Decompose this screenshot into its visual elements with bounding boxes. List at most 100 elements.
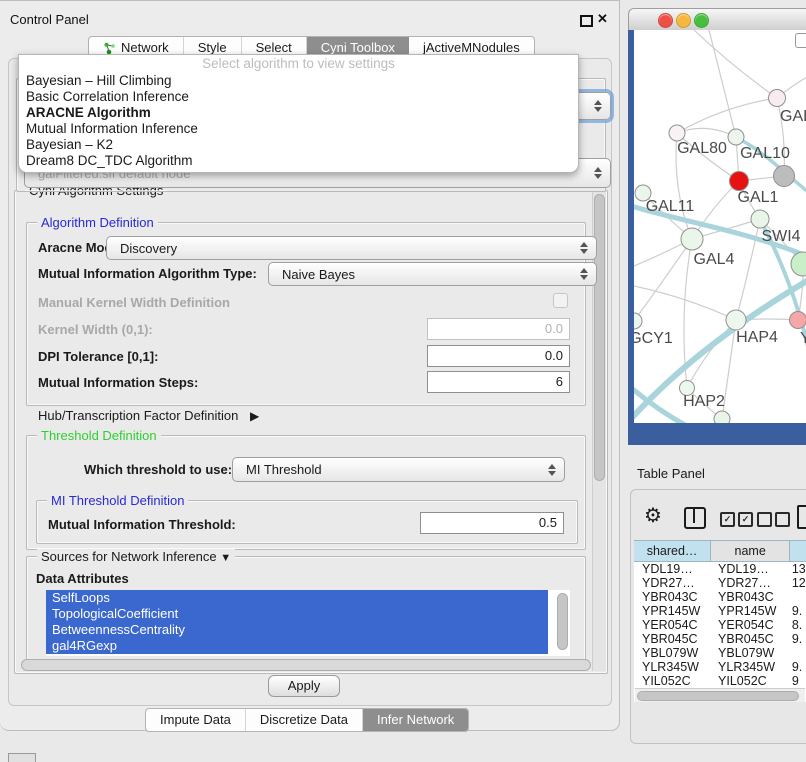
network-graph: GAL GAL80 GAL10 GAL1 GAL11 SWI4 GAL4 GCY…	[634, 30, 806, 423]
apply-button[interactable]: Apply	[268, 675, 340, 697]
hub-definition-toggle[interactable]: Hub/Transcription Factor Definition ▶	[38, 408, 259, 423]
unchecked-box-icon	[757, 512, 772, 527]
network-node[interactable]	[681, 228, 703, 250]
minimize-traffic-light[interactable]	[676, 13, 691, 28]
dpi-tolerance-field[interactable]: 0.0	[427, 345, 570, 367]
close-traffic-light[interactable]	[658, 13, 673, 28]
network-node[interactable]	[634, 313, 642, 329]
algorithm-definition-title: Algorithm Definition	[37, 215, 158, 230]
table-panel-title: Table Panel	[637, 466, 705, 481]
svg-text:HAP4: HAP4	[736, 329, 778, 346]
table-row[interactable]: YLR345WYLR345W9.	[634, 660, 806, 674]
sources-title: Sources for Network Inference	[41, 549, 217, 564]
which-threshold-label: Which threshold to use:	[84, 462, 232, 477]
float-icon[interactable]	[580, 15, 593, 27]
overlapping-frame-corner	[795, 33, 806, 48]
tab-impute-data-label: Impute Data	[160, 709, 231, 731]
list-item[interactable]: gal4RGexp	[46, 638, 548, 654]
bottom-tabs: Impute Data Discretize Data Infer Networ…	[145, 708, 469, 732]
list-scrollbar-thumb[interactable]	[557, 593, 568, 650]
tab-impute-data[interactable]: Impute Data	[146, 709, 246, 731]
which-threshold-combo[interactable]: MI Threshold	[232, 457, 565, 482]
table-scrollbar-thumb[interactable]	[637, 691, 799, 701]
combo-stepper-icon	[548, 464, 556, 476]
sources-title-row[interactable]: Sources for Network Inference ▼	[37, 549, 235, 564]
mi-threshold-definition-title: MI Threshold Definition	[47, 493, 188, 508]
list-item[interactable]: BetweennessCentrality	[46, 622, 548, 638]
network-canvas[interactable]: GAL GAL80 GAL10 GAL1 GAL11 SWI4 GAL4 GCY…	[634, 30, 806, 423]
kernel-width-field: 0.0	[427, 318, 570, 340]
hide-columns-icon[interactable]	[757, 512, 790, 527]
table-row[interactable]: YPR145WYPR145W9.	[634, 604, 806, 618]
network-node[interactable]	[791, 252, 806, 276]
list-item[interactable]: TopologicalCoefficient	[46, 606, 548, 622]
tab-infer-network[interactable]: Infer Network	[363, 709, 468, 731]
dropdown-item-selected[interactable]: ARACNE Algorithm	[19, 105, 578, 121]
control-panel-title: Control Panel	[10, 12, 89, 27]
network-node[interactable]	[790, 312, 806, 329]
column-header[interactable]: shared…	[634, 540, 711, 562]
aracne-mode-combo[interactable]: Discovery	[106, 236, 597, 260]
table-row[interactable]: YDR27…YDR27…12	[634, 576, 806, 590]
mi-steps-field[interactable]: 6	[427, 371, 570, 393]
show-selected-columns-icon[interactable]: ✓ ✓	[720, 512, 753, 527]
expand-arrow-icon: ▶	[250, 409, 259, 423]
network-node[interactable]	[751, 210, 769, 228]
network-node[interactable]	[726, 310, 746, 330]
table-row[interactable]: YBR043CYBR043C	[634, 590, 806, 604]
network-icon	[103, 42, 116, 55]
network-node[interactable]	[774, 166, 795, 187]
svg-text:GCY1: GCY1	[634, 330, 673, 347]
document-icon[interactable]	[797, 505, 806, 529]
mi-type-combo[interactable]: Naive Bayes	[268, 262, 597, 286]
table-row[interactable]: YDL19…YDL19…13	[634, 562, 806, 576]
network-window-titlebar[interactable]	[628, 8, 806, 31]
dropdown-item[interactable]: Bayesian – Hill Climbing	[19, 73, 578, 89]
svg-text:SWI4: SWI4	[761, 228, 800, 245]
checked-box-icon: ✓	[738, 512, 753, 527]
table-row[interactable]: YER054CYER054C8.	[634, 618, 806, 632]
network-edges-thin	[634, 30, 806, 419]
svg-text:GAL10: GAL10	[740, 145, 790, 162]
data-attributes-list: SelfLoops TopologicalCoefficient Between…	[46, 590, 570, 656]
checked-box-icon: ✓	[720, 512, 735, 527]
column-header[interactable]: name	[711, 540, 790, 562]
collapsed-panel-button[interactable]	[8, 753, 36, 762]
tab-discretize-data-label: Discretize Data	[260, 709, 348, 731]
hub-definition-label: Hub/Transcription Factor Definition	[38, 408, 238, 423]
network-node[interactable]	[728, 129, 744, 145]
network-node[interactable]	[669, 125, 685, 141]
combo-stepper-icon	[580, 268, 588, 280]
dropdown-item[interactable]: Dream8 DC_TDC Algorithm	[19, 153, 578, 169]
table-row[interactable]: YIL052CYIL052C9	[634, 674, 806, 688]
dropdown-item[interactable]: Basic Correlation Inference	[19, 89, 578, 105]
network-node[interactable]	[730, 172, 749, 191]
which-threshold-value: MI Threshold	[246, 462, 322, 477]
zoom-traffic-light[interactable]	[694, 13, 709, 28]
dropdown-item[interactable]: Bayesian – K2	[19, 137, 578, 153]
column-header[interactable]	[790, 540, 806, 562]
combo-stepper-icon	[594, 100, 602, 112]
gear-icon[interactable]: ⚙	[644, 503, 662, 528]
network-node[interactable]	[714, 411, 730, 423]
settings-horizontal-scrollbar[interactable]	[21, 659, 591, 671]
svg-text:GAL11: GAL11	[646, 198, 695, 215]
table-header-row: shared… name	[634, 540, 806, 562]
split-columns-icon[interactable]	[684, 507, 706, 529]
mi-threshold-field[interactable]: 0.5	[420, 512, 564, 534]
dropdown-item[interactable]: Mutual Information Inference	[19, 121, 578, 137]
dropdown-prompt: Select algorithm to view settings	[19, 55, 578, 73]
table-row[interactable]: YBR045CYBR045C9.	[634, 632, 806, 646]
collapse-arrow-icon: ▼	[220, 552, 231, 564]
close-icon[interactable]: ✕	[597, 11, 608, 27]
list-item[interactable]: SelfLoops	[46, 590, 548, 606]
screen: Control Panel ✕ Network Style Select Cyn…	[0, 0, 806, 762]
network-node[interactable]	[769, 90, 786, 107]
algorithm-dropdown-list: Select algorithm to view settings Bayesi…	[18, 54, 579, 173]
table-horizontal-scrollbar[interactable]	[635, 688, 805, 702]
mi-type-label: Mutual Information Algorithm Type:	[38, 266, 257, 281]
table-row[interactable]: YBL079WYBL079W	[634, 646, 806, 660]
aracne-mode-value: Discovery	[120, 241, 177, 256]
tab-discretize-data[interactable]: Discretize Data	[246, 709, 363, 731]
kernel-width-label: Kernel Width (0,1):	[38, 322, 153, 337]
